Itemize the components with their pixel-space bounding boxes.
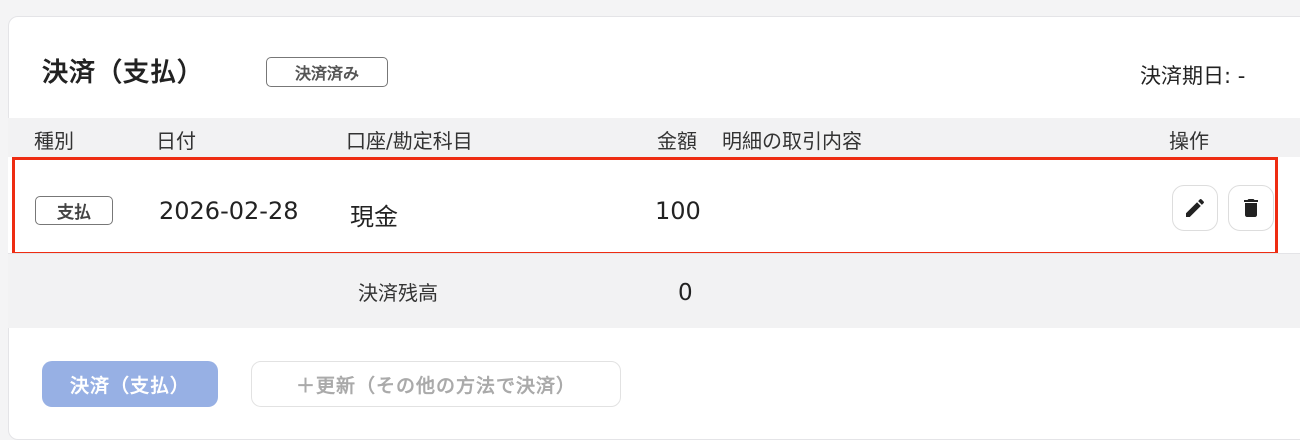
column-header-actions: 操作 xyxy=(1169,129,1209,153)
column-header-description: 明細の取引内容 xyxy=(722,129,862,153)
column-header-date: 日付 xyxy=(156,129,196,153)
due-date-label: 決済期日: - xyxy=(1140,64,1246,88)
balance-row xyxy=(8,253,1300,328)
column-header-amount: 金額 xyxy=(657,129,697,153)
balance-value: 0 xyxy=(678,280,693,306)
column-header-type: 種別 xyxy=(34,129,74,153)
settle-payment-button[interactable]: 決済（支払） xyxy=(42,361,218,407)
row-highlight-outline xyxy=(12,157,1278,255)
balance-label: 決済残高 xyxy=(358,281,438,305)
update-other-method-button[interactable]: ＋更新（その他の方法で決済） xyxy=(251,361,621,407)
section-title: 決済（支払） xyxy=(42,58,205,88)
table-header xyxy=(8,118,1300,157)
status-badge: 決済済み xyxy=(266,57,388,87)
column-header-account: 口座/勘定科目 xyxy=(346,129,473,153)
